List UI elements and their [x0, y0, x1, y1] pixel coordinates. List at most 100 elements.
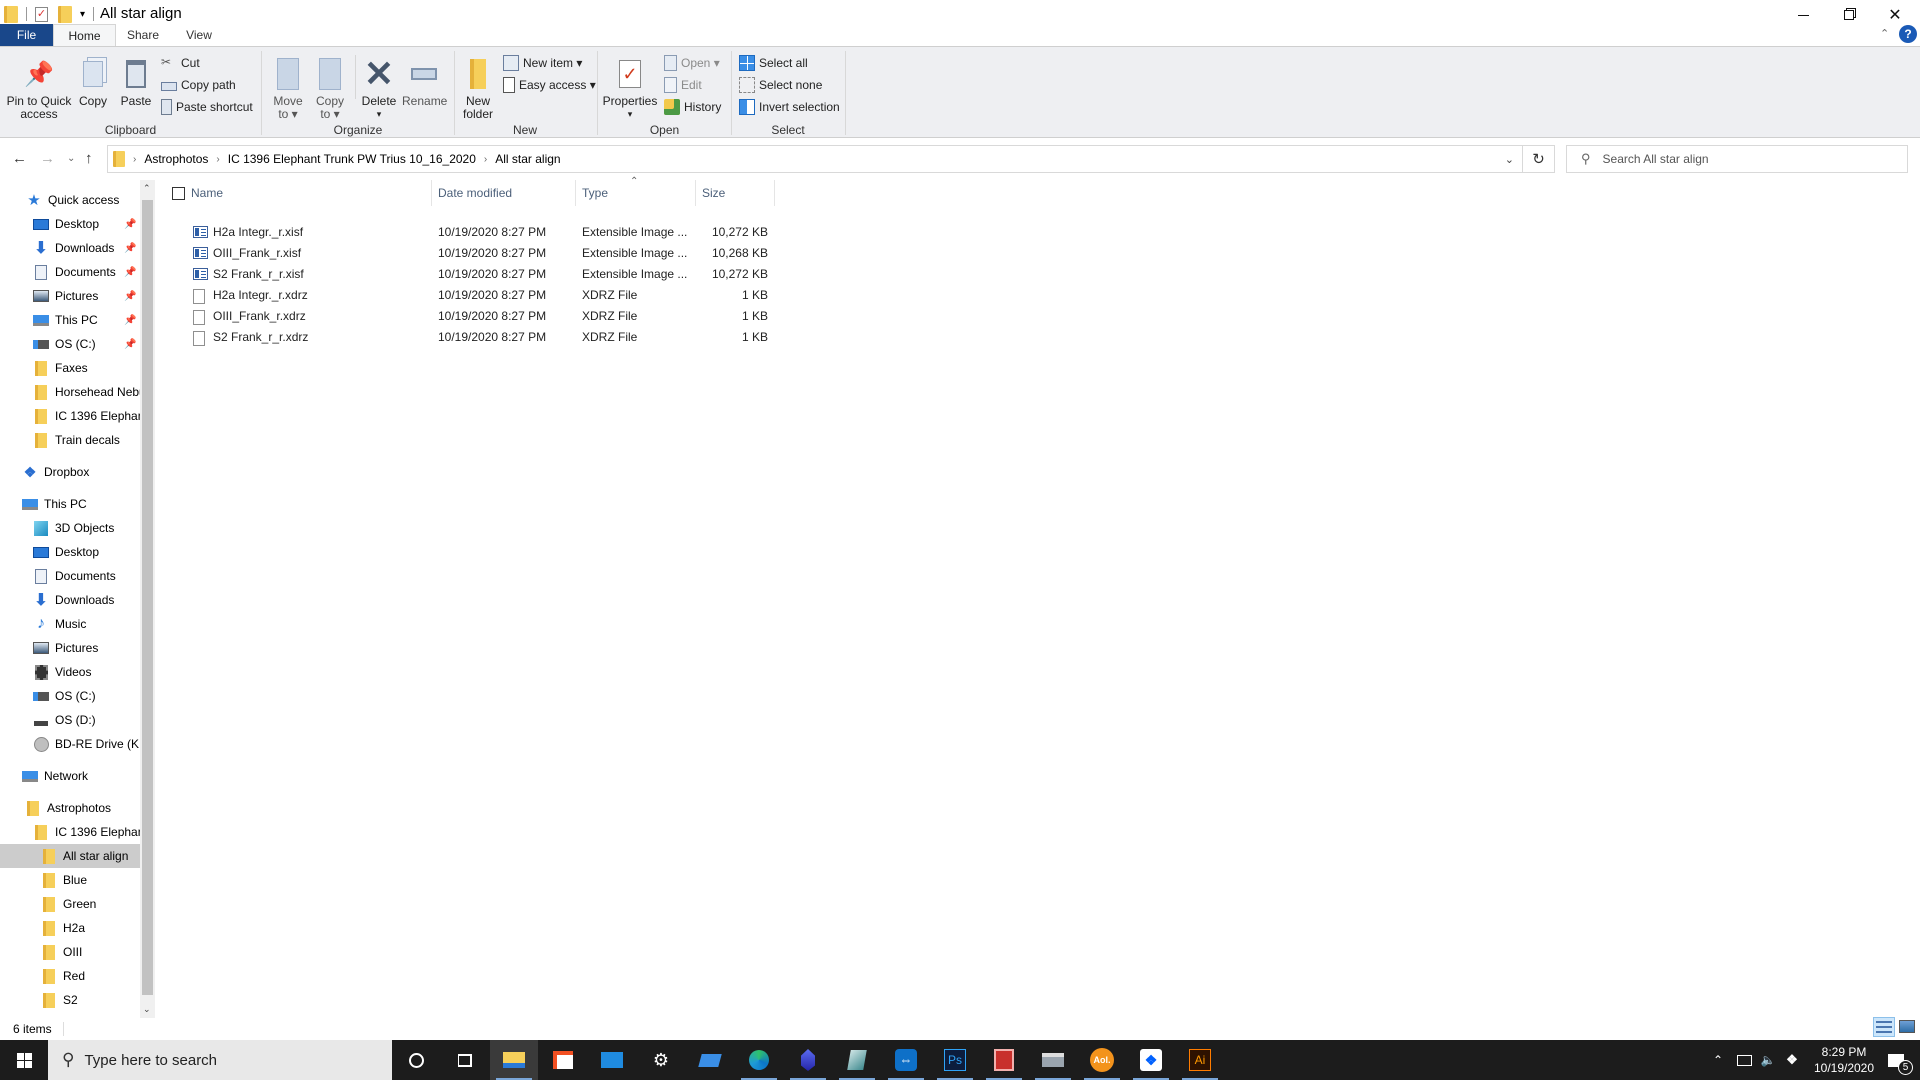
nav-folder-s2[interactable]: S2	[0, 988, 140, 1012]
taskbar-dropbox-button[interactable]: ❖	[1127, 1040, 1175, 1080]
taskbar-store-button[interactable]	[539, 1040, 587, 1080]
customize-qa-dropdown[interactable]: ▾	[80, 9, 85, 20]
breadcrumb-separator[interactable]: ›	[216, 154, 219, 165]
pin-icon[interactable]: 📌	[124, 291, 136, 302]
start-button[interactable]	[0, 1040, 48, 1080]
large-icons-view-button[interactable]	[1899, 1020, 1915, 1033]
pin-icon[interactable]: 📌	[124, 267, 136, 278]
nav-network[interactable]: Network	[0, 764, 140, 788]
rename-button[interactable]: Rename	[402, 57, 447, 108]
column-header-name[interactable]: Name	[185, 180, 431, 206]
pin-icon[interactable]: 📌	[124, 315, 136, 326]
nav-folder-green[interactable]: Green	[0, 892, 140, 916]
tab-view[interactable]: View	[175, 24, 223, 46]
properties-dropdown-icon[interactable]: ▾	[602, 108, 658, 121]
nav-item-os-c-[interactable]: OS (C:)	[0, 684, 140, 708]
file-row[interactable]: H2a Integr._r.xisf 10/19/2020 8:27 PM Exte…	[160, 222, 780, 243]
nav-astrophotos[interactable]: Astrophotos	[0, 796, 140, 820]
edit-button[interactable]: Edit	[664, 75, 702, 95]
nav-dropbox[interactable]: ❖ Dropbox	[0, 460, 140, 484]
navigation-scrollbar[interactable]: ⌃ ⌄	[140, 180, 155, 1018]
taskbar-gem-app-button[interactable]	[784, 1040, 832, 1080]
nav-item-music[interactable]: ♪ Music	[0, 612, 140, 636]
file-row[interactable]: S2 Frank_r_r.xisf 10/19/2020 8:27 PM Exten…	[160, 264, 780, 285]
taskbar-settings-button[interactable]: ⚙	[637, 1040, 685, 1080]
nav-folder-h2a[interactable]: H2a	[0, 916, 140, 940]
nav-item-desktop[interactable]: Desktop 📌	[0, 212, 140, 236]
nav-item-pictures[interactable]: Pictures 📌	[0, 284, 140, 308]
network-icon[interactable]	[1732, 1040, 1756, 1080]
help-icon[interactable]: ?	[1899, 25, 1917, 43]
taskbar-aol-button[interactable]: Aol.	[1078, 1040, 1126, 1080]
nav-item-os-d-[interactable]: OS (D:)	[0, 708, 140, 732]
breadcrumb-all-star-align[interactable]: All star align	[495, 152, 560, 166]
details-view-button[interactable]	[1873, 1017, 1895, 1037]
copy-to-button[interactable]: Copy to ▾	[312, 57, 348, 121]
taskbar-scanner-button[interactable]	[1029, 1040, 1077, 1080]
taskbar-task-view-button[interactable]	[441, 1040, 489, 1080]
breadcrumb-separator[interactable]: ›	[133, 154, 136, 165]
new-item-button[interactable]: New item ▾	[503, 53, 582, 73]
select-all-checkbox[interactable]	[172, 187, 185, 200]
properties-qa-icon[interactable]: ✓	[35, 6, 48, 22]
pin-icon[interactable]: 📌	[124, 339, 136, 350]
paste-button[interactable]: Paste	[118, 57, 154, 108]
file-row[interactable]: S2 Frank_r_r.xdrz 10/19/2020 8:27 PM XDRZ …	[160, 327, 780, 348]
taskbar-illustrator-button[interactable]: Ai	[1176, 1040, 1224, 1080]
tab-home[interactable]: Home	[53, 24, 116, 46]
paste-shortcut-button[interactable]: Paste shortcut	[161, 97, 253, 117]
clock[interactable]: 8:29 PM 10/19/2020	[1806, 1040, 1882, 1080]
nav-item-downloads[interactable]: ⬇ Downloads 📌	[0, 236, 140, 260]
nav-quick-access[interactable]: ★ Quick access	[0, 188, 140, 212]
tab-share[interactable]: Share	[118, 24, 168, 46]
delete-button[interactable]: ✕ Delete ▾	[360, 56, 398, 121]
column-resize-handle[interactable]	[774, 180, 775, 206]
properties-button[interactable]: ✓ Properties ▾	[602, 57, 658, 121]
refresh-button[interactable]: ↻	[1523, 145, 1555, 173]
scroll-up-icon[interactable]: ⌃	[143, 183, 151, 194]
dropbox-tray-icon[interactable]: ❖	[1780, 1040, 1804, 1080]
copy-button[interactable]: Copy	[76, 57, 110, 108]
taskbar-pdf-app-button[interactable]	[980, 1040, 1028, 1080]
move-to-button[interactable]: Move to ▾	[270, 57, 306, 121]
invert-selection-button[interactable]: Invert selection	[739, 97, 840, 117]
nav-item-bd-re-drive-k-[interactable]: BD-RE Drive (K:)	[0, 732, 140, 756]
breadcrumb-ic1396[interactable]: IC 1396 Elephant Trunk PW Trius 10_16_20…	[228, 152, 476, 166]
nav-item-horsehead-nebu[interactable]: Horsehead Nebu	[0, 380, 140, 404]
action-center-button[interactable]: 5	[1876, 1040, 1916, 1080]
new-folder-qa-icon[interactable]	[58, 5, 72, 23]
taskbar-edge-button[interactable]	[735, 1040, 783, 1080]
taskbar-mail-button[interactable]	[588, 1040, 636, 1080]
column-header-size[interactable]: Size	[696, 180, 774, 206]
delete-dropdown-icon[interactable]: ▾	[360, 108, 398, 121]
address-bar[interactable]: › Astrophotos › IC 1396 Elephant Trunk P…	[107, 145, 1523, 173]
up-button[interactable]: ↑	[85, 150, 93, 167]
file-row[interactable]: OIII_Frank_r.xisf 10/19/2020 8:27 PM Exten…	[160, 243, 780, 264]
nav-item-ic-1396-elephant[interactable]: IC 1396 Elephant	[0, 404, 140, 428]
scrollbar-thumb[interactable]	[142, 200, 153, 995]
taskbar-remote-desktop-button[interactable]	[686, 1040, 734, 1080]
nav-folder-all-star-align[interactable]: All star align	[0, 844, 140, 868]
scroll-down-icon[interactable]: ⌄	[143, 1004, 151, 1015]
taskbar-cortana-button[interactable]	[392, 1040, 440, 1080]
easy-access-button[interactable]: Easy access ▾	[503, 75, 596, 95]
breadcrumb-separator[interactable]: ›	[484, 154, 487, 165]
search-input[interactable]: ⚲ Search All star align	[1566, 145, 1908, 173]
taskbar-teamviewer-button[interactable]: ⇔	[882, 1040, 930, 1080]
history-button[interactable]: History	[664, 97, 721, 117]
file-row[interactable]: H2a Integr._r.xdrz 10/19/2020 8:27 PM XDRZ…	[160, 285, 780, 306]
nav-folder-oiii[interactable]: OIII	[0, 940, 140, 964]
taskbar-notepad-app-button[interactable]	[833, 1040, 881, 1080]
nav-folder-blue[interactable]: Blue	[0, 868, 140, 892]
column-header-date[interactable]: Date modified	[432, 180, 575, 206]
open-button[interactable]: Open ▾	[664, 53, 720, 73]
select-none-button[interactable]: Select none	[739, 75, 822, 95]
nav-item-documents[interactable]: Documents 📌	[0, 260, 140, 284]
show-hidden-icons-button[interactable]: ⌃	[1708, 1040, 1728, 1080]
address-history-dropdown[interactable]: ⌄	[1505, 153, 1514, 166]
pin-icon[interactable]: 📌	[124, 243, 136, 254]
nav-item-desktop[interactable]: Desktop	[0, 540, 140, 564]
tab-file[interactable]: File	[0, 24, 53, 46]
select-all-button[interactable]: Select all	[739, 53, 808, 73]
nav-item-3d-objects[interactable]: 3D Objects	[0, 516, 140, 540]
